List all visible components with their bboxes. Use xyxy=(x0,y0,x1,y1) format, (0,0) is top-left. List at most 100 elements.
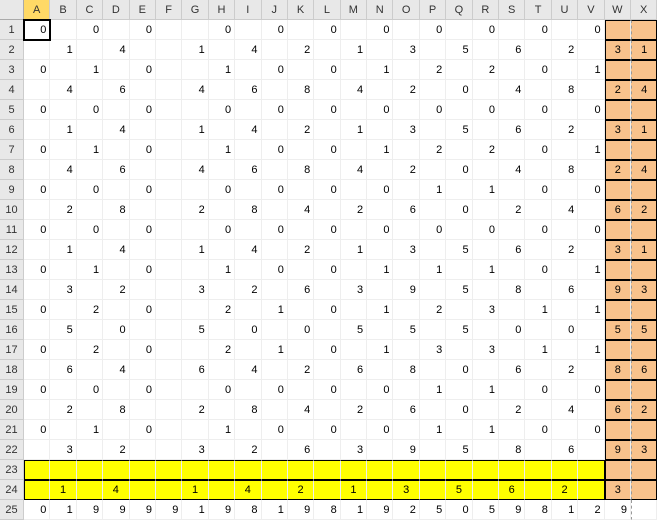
cell-Q21[interactable] xyxy=(446,420,472,440)
cell-Q15[interactable] xyxy=(446,300,472,320)
cell-P11[interactable]: 0 xyxy=(420,220,446,240)
cell-S17[interactable] xyxy=(499,340,525,360)
cell-K14[interactable]: 6 xyxy=(288,280,314,300)
row-header-25[interactable]: 25 xyxy=(0,500,24,520)
cell-P3[interactable]: 2 xyxy=(420,60,446,80)
cell-G24[interactable]: 1 xyxy=(182,480,208,500)
cell-H3[interactable]: 1 xyxy=(209,60,235,80)
cell-H23[interactable] xyxy=(209,460,235,480)
cell-O4[interactable]: 2 xyxy=(393,80,419,100)
cell-L6[interactable] xyxy=(314,120,340,140)
cell-N24[interactable] xyxy=(367,480,393,500)
col-header-T[interactable]: T xyxy=(525,0,551,20)
cell-R11[interactable]: 0 xyxy=(473,220,499,240)
cell-N14[interactable] xyxy=(367,280,393,300)
cell-S7[interactable] xyxy=(499,140,525,160)
cell-A11[interactable]: 0 xyxy=(24,220,50,240)
cell-T3[interactable]: 0 xyxy=(525,60,551,80)
cell-W7[interactable] xyxy=(605,140,631,160)
cell-V8[interactable] xyxy=(578,160,604,180)
cell-L23[interactable] xyxy=(314,460,340,480)
cell-L24[interactable] xyxy=(314,480,340,500)
cell-W24[interactable]: 3 xyxy=(605,480,631,500)
cell-P22[interactable] xyxy=(420,440,446,460)
cell-T20[interactable] xyxy=(525,400,551,420)
cell-A23[interactable] xyxy=(24,460,50,480)
cell-J16[interactable] xyxy=(262,320,288,340)
col-header-L[interactable]: L xyxy=(314,0,340,20)
cell-F1[interactable] xyxy=(156,20,182,40)
cell-X2[interactable]: 1 xyxy=(631,40,657,60)
cell-N15[interactable]: 1 xyxy=(367,300,393,320)
cell-L22[interactable] xyxy=(314,440,340,460)
cell-U14[interactable]: 6 xyxy=(552,280,578,300)
cell-E10[interactable] xyxy=(130,200,156,220)
cell-F25[interactable]: 9 xyxy=(156,500,182,520)
cell-I10[interactable]: 8 xyxy=(235,200,261,220)
cell-F23[interactable] xyxy=(156,460,182,480)
cell-X25[interactable] xyxy=(631,500,657,520)
row-header-23[interactable]: 23 xyxy=(0,460,24,480)
cell-I8[interactable]: 6 xyxy=(235,160,261,180)
col-header-N[interactable]: N xyxy=(367,0,393,20)
cell-A16[interactable] xyxy=(24,320,50,340)
cell-T9[interactable]: 0 xyxy=(525,180,551,200)
cell-Q14[interactable]: 5 xyxy=(446,280,472,300)
cell-T8[interactable] xyxy=(525,160,551,180)
cell-W5[interactable] xyxy=(605,100,631,120)
cell-K12[interactable]: 2 xyxy=(288,240,314,260)
cell-S24[interactable]: 6 xyxy=(499,480,525,500)
cell-Q17[interactable] xyxy=(446,340,472,360)
cell-F20[interactable] xyxy=(156,400,182,420)
cell-X19[interactable] xyxy=(631,380,657,400)
cell-V14[interactable] xyxy=(578,280,604,300)
cell-S8[interactable]: 4 xyxy=(499,160,525,180)
cell-H1[interactable]: 0 xyxy=(209,20,235,40)
cell-D9[interactable] xyxy=(103,180,129,200)
cell-F7[interactable] xyxy=(156,140,182,160)
cell-G21[interactable] xyxy=(182,420,208,440)
cell-D10[interactable]: 8 xyxy=(103,200,129,220)
cell-F2[interactable] xyxy=(156,40,182,60)
cell-W20[interactable]: 6 xyxy=(605,400,631,420)
cell-I11[interactable] xyxy=(235,220,261,240)
cell-F17[interactable] xyxy=(156,340,182,360)
cell-O23[interactable] xyxy=(393,460,419,480)
cell-W3[interactable] xyxy=(605,60,631,80)
row-header-19[interactable]: 19 xyxy=(0,380,24,400)
cell-A25[interactable]: 0 xyxy=(24,500,50,520)
cell-N3[interactable]: 1 xyxy=(367,60,393,80)
cell-Q24[interactable]: 5 xyxy=(446,480,472,500)
cell-G11[interactable] xyxy=(182,220,208,240)
cell-T16[interactable] xyxy=(525,320,551,340)
cell-M19[interactable] xyxy=(341,380,367,400)
cell-A14[interactable] xyxy=(24,280,50,300)
cell-E3[interactable]: 0 xyxy=(130,60,156,80)
cell-M20[interactable]: 2 xyxy=(341,400,367,420)
cell-B18[interactable]: 6 xyxy=(50,360,76,380)
cell-D3[interactable] xyxy=(103,60,129,80)
cell-N21[interactable]: 0 xyxy=(367,420,393,440)
cell-M5[interactable] xyxy=(341,100,367,120)
cell-I2[interactable]: 4 xyxy=(235,40,261,60)
cell-O19[interactable] xyxy=(393,380,419,400)
cell-N18[interactable] xyxy=(367,360,393,380)
cell-T18[interactable] xyxy=(525,360,551,380)
cell-M18[interactable]: 6 xyxy=(341,360,367,380)
cell-W16[interactable]: 5 xyxy=(605,320,631,340)
cell-M16[interactable]: 5 xyxy=(341,320,367,340)
cell-L16[interactable] xyxy=(314,320,340,340)
cell-M22[interactable]: 3 xyxy=(341,440,367,460)
cell-C16[interactable] xyxy=(77,320,103,340)
cell-U13[interactable] xyxy=(552,260,578,280)
cell-L8[interactable] xyxy=(314,160,340,180)
cell-I21[interactable] xyxy=(235,420,261,440)
cell-F5[interactable] xyxy=(156,100,182,120)
row-header-22[interactable]: 22 xyxy=(0,440,24,460)
cell-G23[interactable] xyxy=(182,460,208,480)
cell-U11[interactable] xyxy=(552,220,578,240)
cell-C22[interactable] xyxy=(77,440,103,460)
cell-M6[interactable]: 1 xyxy=(341,120,367,140)
cell-T17[interactable]: 1 xyxy=(525,340,551,360)
cell-V25[interactable]: 2 xyxy=(578,500,604,520)
